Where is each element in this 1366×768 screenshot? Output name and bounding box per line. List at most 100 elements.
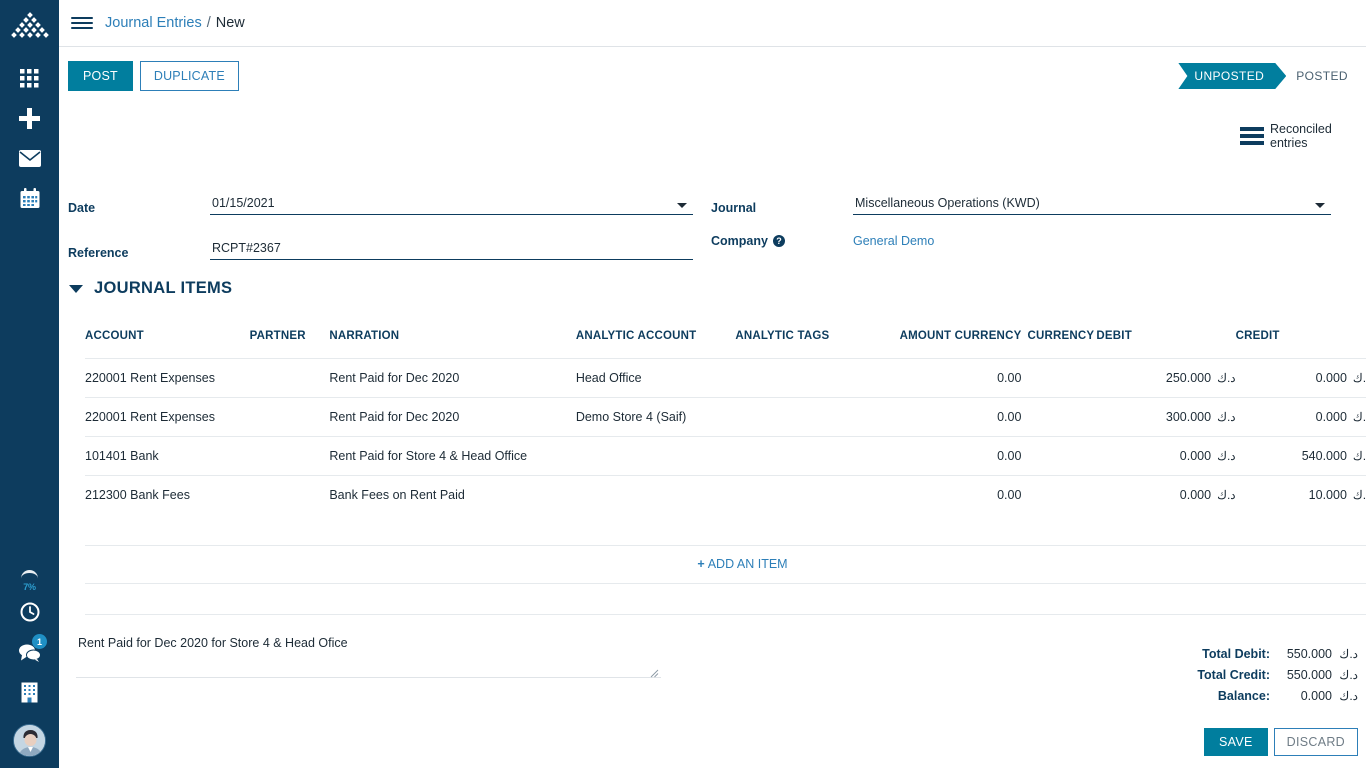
divider-1	[85, 583, 1366, 584]
cell-narration[interactable]: Rent Paid for Store 4 & Head Office	[329, 437, 575, 476]
help-circle-icon[interactable]: ?	[773, 235, 785, 247]
date-input[interactable]	[210, 196, 693, 215]
calendar-icon	[20, 188, 40, 209]
post-button[interactable]: POST	[68, 61, 133, 91]
action-button-row: POST DUPLICATE	[68, 61, 239, 91]
cell-credit[interactable]: 10.000د.ك🗑	[1236, 476, 1366, 515]
cell-debit[interactable]: 0.000د.ك	[1096, 476, 1235, 515]
cell-narration[interactable]: Rent Paid for Dec 2020	[329, 359, 575, 398]
cell-amount-currency[interactable]: 0.00	[900, 437, 1022, 476]
cell-analytic-tags[interactable]	[735, 359, 899, 398]
total-credit-label: Total Credit:	[1178, 668, 1270, 682]
sidebar-item-apps[interactable]	[0, 58, 59, 98]
cell-narration[interactable]: Rent Paid for Dec 2020	[329, 398, 575, 437]
cell-currency[interactable]	[1021, 398, 1096, 437]
table-row[interactable]: 101401 Bank Rent Paid for Store 4 & Head…	[85, 437, 1366, 476]
add-item-row: +ADD AN ITEM	[85, 545, 1366, 582]
col-analytic-tags: ANALYTIC TAGS	[735, 330, 899, 359]
totals-panel: Total Debit: 550.000 د.ك Total Credit: 5…	[1178, 647, 1358, 710]
reconciled-entries-button[interactable]: Reconciled entries	[1240, 122, 1336, 150]
cell-amount-currency[interactable]: 0.00	[900, 476, 1022, 515]
chevron-down-icon[interactable]	[1315, 203, 1325, 208]
status-badge-unposted[interactable]: UNPOSTED	[1178, 63, 1286, 89]
credit-value: 0.000	[1316, 410, 1347, 424]
cell-debit[interactable]: 0.000د.ك	[1096, 437, 1235, 476]
cell-analytic-account[interactable]: Head Office	[576, 359, 736, 398]
sidebar-item-messages[interactable]: 1	[0, 632, 59, 672]
app-logo[interactable]	[0, 0, 59, 50]
cell-amount-currency[interactable]: 0.00	[900, 359, 1022, 398]
date-field-row: Date	[68, 187, 693, 215]
table-row[interactable]: 212300 Bank Fees Bank Fees on Rent Paid …	[85, 476, 1366, 515]
hamburger-menu-icon[interactable]	[71, 17, 93, 29]
list-lines-icon	[1240, 127, 1264, 145]
application-window: 7% 1	[0, 0, 1366, 768]
balance-row: Balance: 0.000 د.ك	[1178, 689, 1358, 710]
sidebar-item-calendar[interactable]	[0, 178, 59, 218]
breadcrumb-journal-entries[interactable]: Journal Entries	[105, 15, 202, 31]
storage-usage-gauge[interactable]: 7%	[0, 546, 59, 592]
cell-account[interactable]: 212300 Bank Fees	[85, 476, 250, 515]
status-badge-posted[interactable]: POSTED	[1286, 63, 1358, 89]
total-credit-value: 550.000	[1270, 668, 1332, 682]
cell-currency[interactable]	[1021, 437, 1096, 476]
table-row[interactable]: 220001 Rent Expenses Rent Paid for Dec 2…	[85, 398, 1366, 437]
gauge-arc-icon	[21, 570, 38, 579]
add-an-item-button[interactable]: +ADD AN ITEM	[697, 557, 787, 571]
reference-field-row: Reference	[68, 232, 693, 260]
journal-input[interactable]	[853, 196, 1331, 215]
sidebar-bottom-group: 7% 1	[0, 546, 59, 768]
reconciled-entries-label: Reconciled entries	[1270, 122, 1336, 150]
credit-currency: د.ك	[1347, 410, 1366, 424]
status-bar: UNPOSTED POSTED	[1178, 63, 1358, 89]
cell-debit[interactable]: 250.000د.ك	[1096, 359, 1235, 398]
col-partner: PARTNER	[250, 330, 330, 359]
cell-analytic-tags[interactable]	[735, 398, 899, 437]
cell-analytic-account[interactable]	[576, 476, 736, 515]
reference-input[interactable]	[210, 241, 693, 260]
cell-partner[interactable]	[250, 437, 330, 476]
journal-items-section-header[interactable]: JOURNAL ITEMS	[69, 279, 232, 298]
table-row[interactable]: 220001 Rent Expenses Rent Paid for Dec 2…	[85, 359, 1366, 398]
cell-credit[interactable]: 0.000د.ك🗑	[1236, 359, 1366, 398]
cell-analytic-account[interactable]	[576, 437, 736, 476]
company-value-link[interactable]: General Demo	[853, 234, 934, 248]
user-menu[interactable]	[0, 712, 59, 768]
cell-account[interactable]: 101401 Bank	[85, 437, 250, 476]
total-debit-value: 550.000	[1270, 647, 1332, 661]
cell-partner[interactable]	[250, 476, 330, 515]
cell-currency[interactable]	[1021, 476, 1096, 515]
cell-account[interactable]: 220001 Rent Expenses	[85, 359, 250, 398]
cell-currency[interactable]	[1021, 359, 1096, 398]
sidebar-item-company[interactable]	[0, 672, 59, 712]
cell-narration[interactable]: Bank Fees on Rent Paid	[329, 476, 575, 515]
balance-label: Balance:	[1178, 689, 1270, 703]
journal-items-table: ACCOUNT PARTNER NARRATION ANALYTIC ACCOU…	[85, 330, 1366, 514]
narration-field	[76, 630, 661, 683]
breadcrumb-current: New	[216, 15, 245, 31]
sidebar-item-new[interactable]	[0, 98, 59, 138]
cell-credit[interactable]: 0.000د.ك🗑	[1236, 398, 1366, 437]
cell-credit[interactable]: 540.000د.ك🗑	[1236, 437, 1366, 476]
cell-account[interactable]: 220001 Rent Expenses	[85, 398, 250, 437]
chevron-down-icon[interactable]	[677, 203, 687, 208]
company-label: Company?	[711, 234, 853, 248]
narration-textarea[interactable]	[76, 630, 661, 678]
discard-button[interactable]: DISCARD	[1274, 728, 1358, 756]
cell-analytic-account[interactable]: Demo Store 4 (Saif)	[576, 398, 736, 437]
cell-analytic-tags[interactable]	[735, 476, 899, 515]
duplicate-button[interactable]: DUPLICATE	[140, 61, 239, 91]
save-button[interactable]: SAVE	[1204, 728, 1268, 756]
col-debit: DEBIT	[1096, 330, 1235, 359]
total-debit-row: Total Debit: 550.000 د.ك	[1178, 647, 1358, 668]
sidebar-item-activity[interactable]	[0, 592, 59, 632]
cell-partner[interactable]	[250, 359, 330, 398]
cell-analytic-tags[interactable]	[735, 437, 899, 476]
debit-value: 0.000	[1180, 449, 1211, 463]
cell-partner[interactable]	[250, 398, 330, 437]
credit-value: 540.000	[1302, 449, 1347, 463]
cell-amount-currency[interactable]: 0.00	[900, 398, 1022, 437]
col-credit: CREDIT	[1236, 330, 1366, 359]
sidebar-item-mail[interactable]	[0, 138, 59, 178]
cell-debit[interactable]: 300.000د.ك	[1096, 398, 1235, 437]
